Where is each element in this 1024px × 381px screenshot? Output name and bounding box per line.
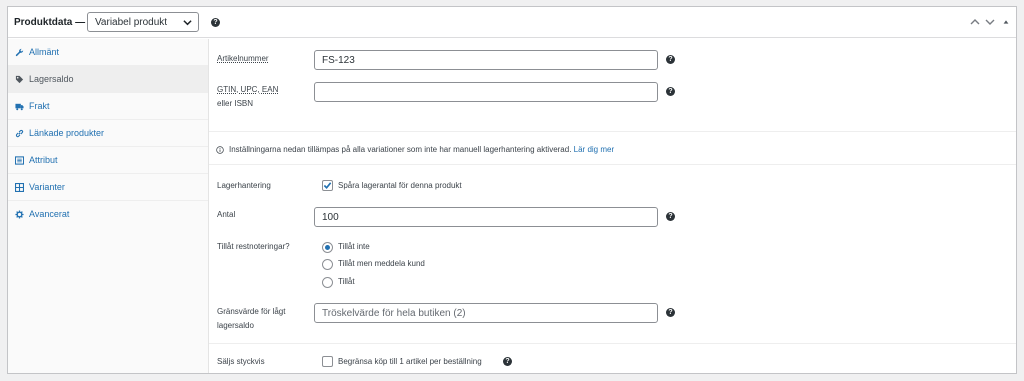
backorders-radio-yes[interactable] xyxy=(322,277,333,288)
tab-variations[interactable]: Varianter xyxy=(8,174,208,201)
tag-icon xyxy=(15,75,24,84)
divider xyxy=(209,164,1016,165)
stock-quantity-input[interactable]: 100 xyxy=(314,207,658,227)
tab-label: Frakt xyxy=(29,101,50,111)
product-data-panel: Produktdata — Variabel produkt ? Allmänt… xyxy=(7,6,1017,374)
divider xyxy=(209,343,1016,344)
chevron-down-icon[interactable] xyxy=(985,17,995,27)
sold-individually-checkbox[interactable] xyxy=(322,356,333,367)
chevron-up-icon[interactable] xyxy=(970,17,980,27)
help-icon[interactable]: ? xyxy=(503,357,512,366)
notice-text: Inställningarna nedan tillämpas på alla … xyxy=(229,145,572,154)
low-stock-label: Gränsvärde för lågt lagersaldo xyxy=(217,305,285,333)
gtin-label-line1: GTIN, UPC, EAN xyxy=(217,85,279,94)
low-stock-threshold-input[interactable]: Tröskelvärde för hela butiken (2) xyxy=(314,303,658,323)
backorders-option-label: Tillåt xyxy=(338,277,355,286)
grid-icon xyxy=(15,183,24,192)
tab-label: Varianter xyxy=(29,182,65,192)
tab-label: Attribut xyxy=(29,155,58,165)
sku-input[interactable]: FS-123 xyxy=(314,50,658,70)
sku-label: Artikelnummer xyxy=(217,54,269,63)
backorders-radio-notify[interactable] xyxy=(322,259,333,270)
product-type-select[interactable]: Variabel produkt xyxy=(87,12,199,32)
gtin-input[interactable] xyxy=(314,82,658,102)
link-icon xyxy=(15,129,24,138)
low-stock-label-line1: Gränsvärde för lågt xyxy=(217,307,286,316)
help-icon[interactable]: ? xyxy=(666,87,675,96)
tab-label: Länkade produkter xyxy=(29,128,105,138)
stock-management-label: Lagerhantering xyxy=(217,181,271,190)
panel-title: Produktdata — xyxy=(14,17,86,28)
tab-advanced[interactable]: Avancerat xyxy=(8,201,208,228)
backorders-option-label: Tillåt inte xyxy=(338,242,370,251)
help-icon[interactable]: ? xyxy=(666,212,675,221)
sold-individually-label: Säljs styckvis xyxy=(217,357,265,366)
tab-attributes[interactable]: Attribut xyxy=(8,147,208,174)
backorders-option-label: Tillåt men meddela kund xyxy=(338,259,425,268)
backorders-radio-no[interactable] xyxy=(322,242,333,253)
gear-icon xyxy=(15,210,24,219)
help-icon[interactable]: ? xyxy=(666,308,675,317)
sold-individually-checkbox-label: Begränsa köp till 1 artikel per beställn… xyxy=(338,357,482,366)
tab-label: Avancerat xyxy=(29,209,70,219)
tab-inventory[interactable]: Lagersaldo xyxy=(8,66,208,93)
caret-up-icon[interactable] xyxy=(1002,17,1010,27)
info-icon xyxy=(216,146,224,154)
stock-management-checkbox-label: Spåra lagerantal för denna produkt xyxy=(338,181,462,190)
help-icon[interactable]: ? xyxy=(211,18,220,27)
help-icon[interactable]: ? xyxy=(666,55,675,64)
tab-shipping[interactable]: Frakt xyxy=(8,93,208,120)
divider xyxy=(209,131,1016,132)
list-icon xyxy=(15,156,24,165)
gtin-label: GTIN, UPC, EAN eller ISBN xyxy=(217,83,278,111)
wrench-icon xyxy=(15,48,24,57)
panel-header: Produktdata — Variabel produkt ? xyxy=(8,7,1016,38)
product-data-tabs: Allmänt Lagersaldo Frakt Länkade produkt… xyxy=(8,39,209,373)
backorders-label: Tillåt restnoteringar? xyxy=(217,242,290,251)
stock-quantity-label: Antal xyxy=(217,210,236,219)
tab-label: Allmänt xyxy=(29,47,60,57)
inventory-notice: Inställningarna nedan tillämpas på alla … xyxy=(229,145,614,154)
tab-general[interactable]: Allmänt xyxy=(8,39,208,66)
tab-label: Lagersaldo xyxy=(29,74,74,84)
low-stock-label-line2: lagersaldo xyxy=(217,321,254,330)
chevron-down-icon xyxy=(183,20,192,26)
truck-icon xyxy=(15,103,24,111)
learn-more-link[interactable]: Lär dig mer xyxy=(574,145,614,154)
stock-management-checkbox[interactable] xyxy=(322,180,333,191)
tab-linked-products[interactable]: Länkade produkter xyxy=(8,120,208,147)
product-type-value: Variabel produkt xyxy=(95,17,168,28)
inventory-panel: Artikelnummer FS-123 ? GTIN, UPC, EAN el… xyxy=(209,39,1016,373)
gtin-label-line2: eller ISBN xyxy=(217,99,254,108)
checkmark-icon xyxy=(323,182,332,189)
